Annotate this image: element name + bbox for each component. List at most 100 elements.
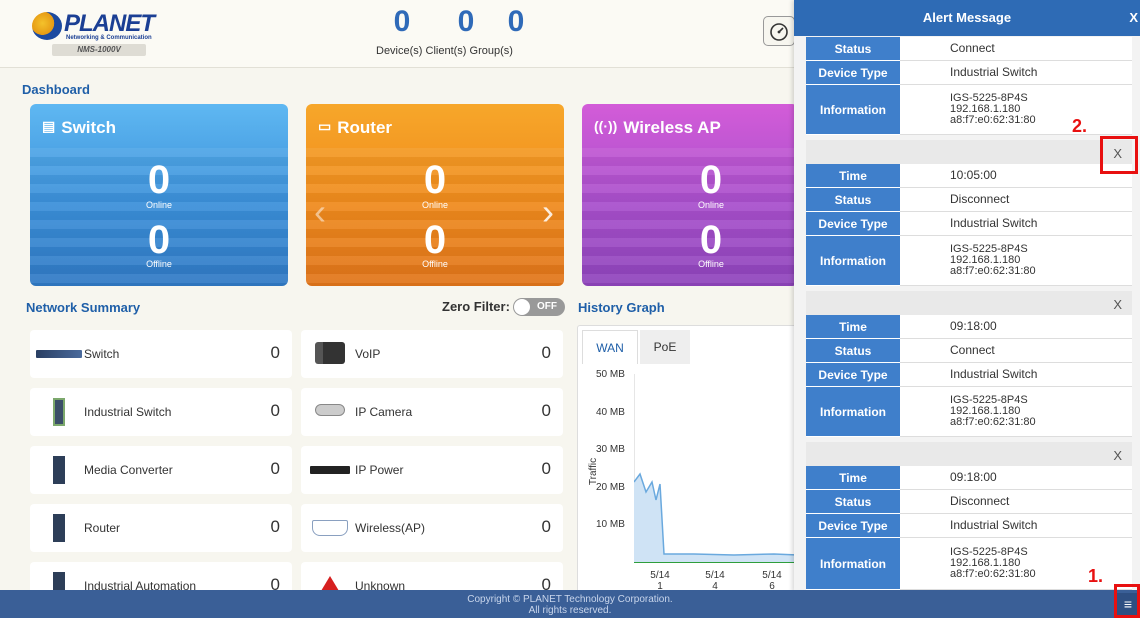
y-tick-50: 50 MB bbox=[596, 369, 625, 380]
row-key: Status bbox=[806, 188, 900, 212]
planet-logo[interactable]: PLANET Networking & Communication NMS-10… bbox=[32, 10, 155, 60]
close-alert-panel-icon[interactable]: X bbox=[1129, 0, 1138, 36]
summary-item-label: VoIP bbox=[355, 347, 381, 361]
tab-poe[interactable]: PoE bbox=[640, 330, 690, 364]
row-value: Connect bbox=[900, 37, 1132, 61]
alert-title: Alert Message bbox=[922, 10, 1012, 25]
zero-filter-label: Zero Filter: bbox=[442, 299, 510, 314]
traffic-line bbox=[634, 374, 798, 563]
group-count-label: Group(s) bbox=[469, 45, 513, 57]
x-tick-date: 5/14 bbox=[705, 570, 725, 581]
device-count: 0 bbox=[393, 5, 411, 38]
y-tick-30: 30 MB bbox=[596, 444, 625, 455]
alert-row-device-type: Device Type Industrial Switch bbox=[806, 61, 1132, 85]
alert-header: Alert Message bbox=[794, 0, 1140, 36]
wireless-ap-card-label: Wireless AP bbox=[623, 118, 721, 137]
summary-item-label: Switch bbox=[84, 347, 120, 361]
callout-label-2: 2. bbox=[1072, 116, 1088, 136]
row-key: Information bbox=[806, 538, 900, 590]
row-key: Time bbox=[806, 164, 900, 188]
alert-row-status: Status Disconnect bbox=[806, 188, 1132, 212]
summary-item-count: 0 bbox=[270, 343, 280, 362]
switch-card-label: Switch bbox=[61, 118, 117, 137]
summary-item-label: IP Power bbox=[355, 463, 404, 477]
copyright-line: Copyright © PLANET Technology Corporatio… bbox=[467, 594, 673, 605]
summary-item-count: 0 bbox=[270, 517, 280, 536]
summary-item-count: 0 bbox=[541, 517, 551, 536]
summary-item-label: Wireless(AP) bbox=[355, 521, 426, 535]
row-key: Information bbox=[806, 236, 900, 286]
ip-power-icon bbox=[307, 456, 353, 484]
industrial-switch-icon bbox=[36, 398, 82, 426]
switch-online-label: Online bbox=[145, 200, 172, 210]
row-value: Disconnect bbox=[900, 188, 1132, 212]
zero-filter-toggle[interactable]: OFF bbox=[513, 298, 565, 316]
device-count-label: Device(s) bbox=[376, 45, 423, 57]
row-value: IGS-5225-8P4S 192.168.1.180 a8:f7:e0:62:… bbox=[900, 236, 1132, 286]
switch-card-title: ▤ Switch bbox=[42, 118, 116, 138]
alert-row-time: Time 09:18:00 bbox=[806, 466, 1132, 490]
y-axis-title: Traffic bbox=[588, 457, 600, 486]
chevron-right-icon[interactable]: › bbox=[542, 192, 554, 232]
wireless-offline-count: 0 bbox=[699, 218, 723, 262]
row-value: 09:18:00 bbox=[900, 315, 1132, 339]
callout-box-1 bbox=[1114, 584, 1140, 618]
router-card[interactable]: ▭ Router 0 Online 0 Offline ‹ › bbox=[306, 104, 564, 286]
row-key: Information bbox=[806, 387, 900, 437]
ip-camera-icon bbox=[307, 398, 353, 426]
summary-item-wireless-ap[interactable]: Wireless(AP) 0 bbox=[301, 504, 563, 552]
row-value: Connect bbox=[900, 339, 1132, 363]
row-value: 10:05:00 bbox=[900, 164, 1132, 188]
alert-row-information: Information IGS-5225-8P4S 192.168.1.180 a… bbox=[806, 387, 1132, 437]
summary-item-industrial-switch[interactable]: Industrial Switch 0 bbox=[30, 388, 292, 436]
y-tick-10: 10 MB bbox=[596, 519, 625, 530]
dismiss-alert-icon[interactable]: X bbox=[1113, 297, 1122, 312]
alert-row-device-type: Device Type Industrial Switch bbox=[806, 514, 1132, 538]
device-counter[interactable]: 0 bbox=[378, 6, 426, 38]
router-online-count: 0 bbox=[423, 158, 447, 202]
summary-item-router[interactable]: Router 0 bbox=[30, 504, 292, 552]
row-value: 09:18:00 bbox=[900, 466, 1132, 490]
summary-item-label: Industrial Switch bbox=[84, 405, 172, 419]
row-value: Industrial Switch bbox=[900, 363, 1132, 387]
summary-item-ip-power[interactable]: IP Power 0 bbox=[301, 446, 563, 494]
speedometer-icon[interactable] bbox=[763, 16, 795, 46]
wireless-icon: ((·)) bbox=[594, 118, 618, 134]
summary-item-voip[interactable]: VoIP 0 bbox=[301, 330, 563, 378]
tab-wan[interactable]: WAN bbox=[582, 330, 638, 364]
dashboard-title: Dashboard bbox=[22, 82, 90, 97]
callout-box-2 bbox=[1100, 136, 1138, 174]
planet-globe-icon bbox=[32, 12, 62, 40]
switch-card[interactable]: ▤ Switch 0 Online 0 Offline bbox=[30, 104, 288, 286]
summary-item-media-converter[interactable]: Media Converter 0 bbox=[30, 446, 292, 494]
alert-entry-bar: X bbox=[806, 140, 1132, 166]
summary-item-count: 0 bbox=[541, 401, 551, 420]
history-graph-panel: WAN PoE 50 MB 40 MB 30 MB 20 MB 10 MB Tr… bbox=[577, 325, 798, 595]
x-tick-date: 5/14 bbox=[762, 570, 782, 581]
x-tick-6: 5/14 6 bbox=[762, 570, 782, 592]
summary-item-ip-camera[interactable]: IP Camera 0 bbox=[301, 388, 563, 436]
router-offline-label: Offline bbox=[422, 259, 448, 269]
alert-row-information: Information IGS-5225-8P4S 192.168.1.180 a… bbox=[806, 236, 1132, 286]
wireless-ap-card[interactable]: ((·)) Wireless AP 0 Online 0 Offline bbox=[582, 104, 798, 286]
alert-row-time: Time 10:05:00 bbox=[806, 164, 1132, 188]
wireless-online-label: Online bbox=[697, 200, 724, 210]
client-counter[interactable]: 0 bbox=[442, 6, 490, 38]
row-key: Device Type bbox=[806, 61, 900, 85]
row-value: Industrial Switch bbox=[900, 212, 1132, 236]
row-key: Device Type bbox=[806, 363, 900, 387]
router-device-icon bbox=[36, 514, 82, 542]
switch-online-count: 0 bbox=[147, 158, 171, 202]
chevron-left-icon[interactable]: ‹ bbox=[314, 192, 326, 232]
access-point-icon bbox=[307, 514, 353, 542]
rights-line: All rights reserved. bbox=[528, 605, 612, 616]
dismiss-alert-icon[interactable]: X bbox=[1113, 448, 1122, 463]
group-counter[interactable]: 0 bbox=[492, 6, 540, 38]
alert-row-status: Status Connect bbox=[806, 37, 1132, 61]
router-offline-count: 0 bbox=[423, 218, 447, 262]
summary-item-switch[interactable]: Switch 0 bbox=[30, 330, 292, 378]
alert-message-panel: Alert Message X Status Connect Device Typ… bbox=[794, 0, 1140, 592]
router-icon: ▭ bbox=[318, 118, 332, 134]
history-graph-title: History Graph bbox=[578, 300, 665, 315]
row-key: Status bbox=[806, 339, 900, 363]
